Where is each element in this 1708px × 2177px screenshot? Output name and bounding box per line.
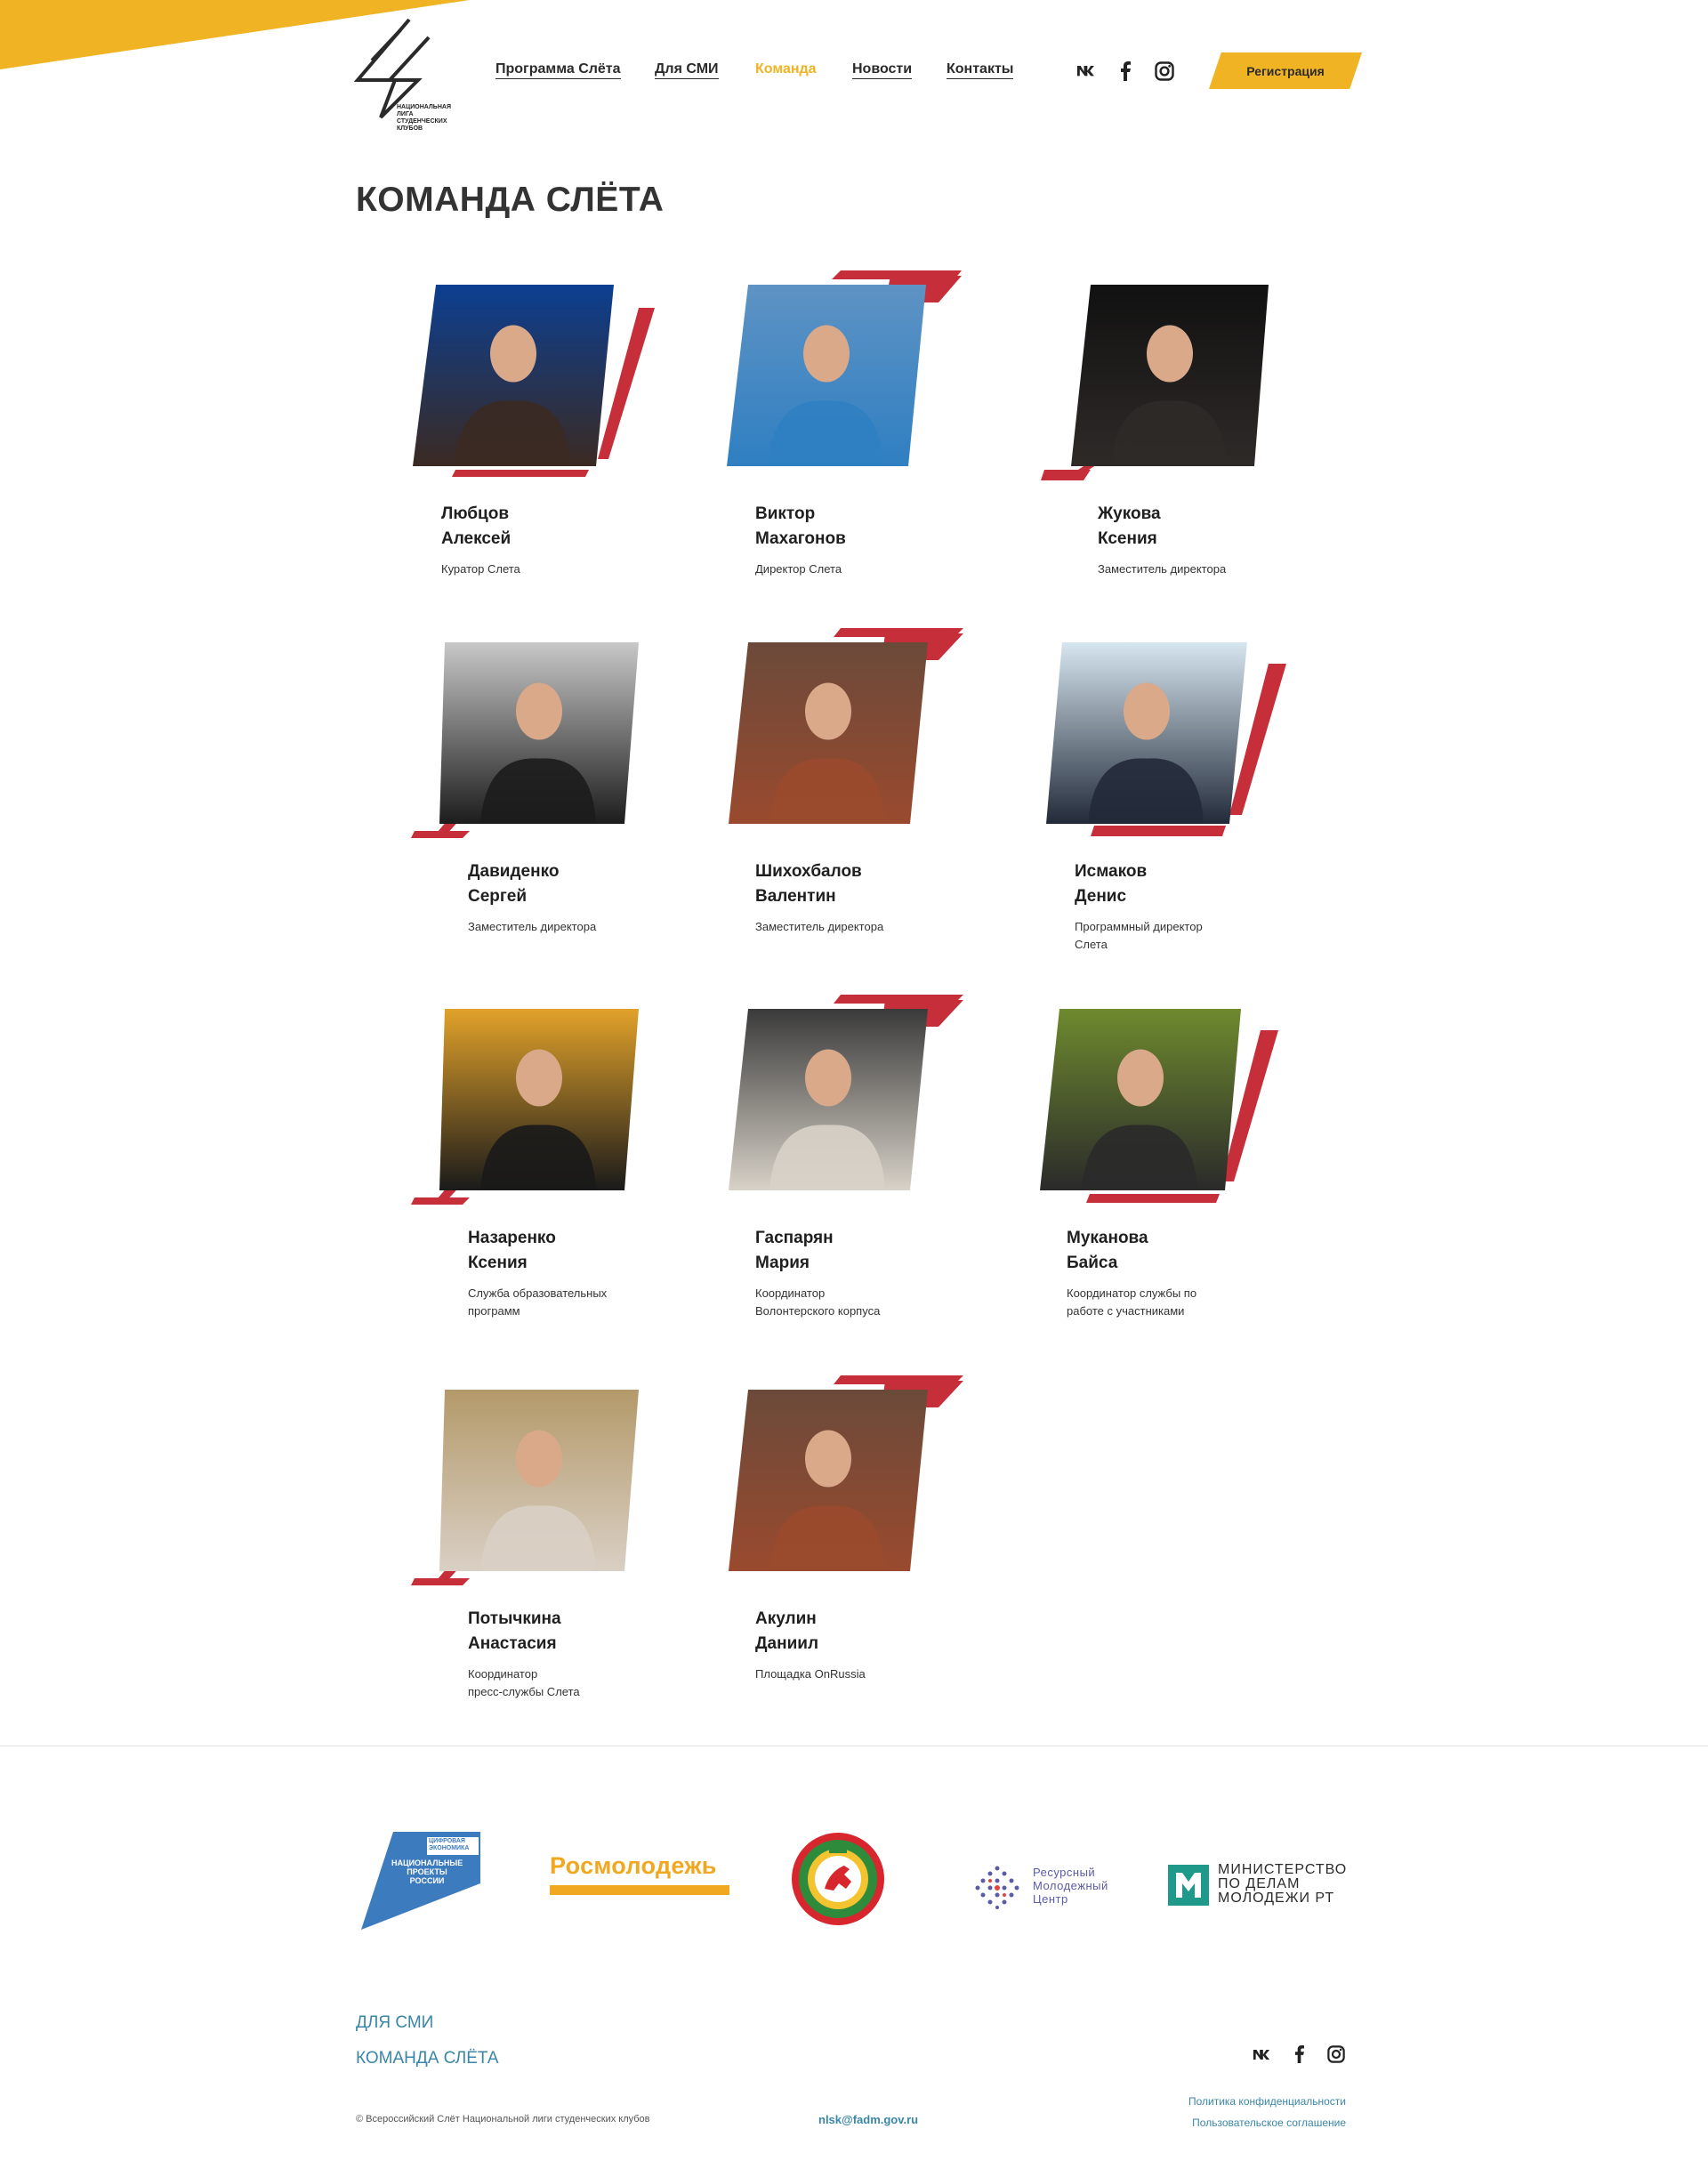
team-member-photo <box>729 995 963 1190</box>
partner-ministry[interactable]: МИНИСТЕРСТВО ПО ДЕЛАМ МОЛОДЕЖИ РТ <box>1168 1863 1355 1907</box>
header-social <box>1076 60 1175 82</box>
photo-deco-stripe <box>1091 826 1226 836</box>
team-member-photo <box>411 642 639 838</box>
agreement-link[interactable]: Пользовательское соглашение <box>1192 2117 1346 2129</box>
rosmol-text: Росмолодежь <box>550 1852 717 1879</box>
portrait-face <box>805 1049 851 1107</box>
ministry-line2: ПО ДЕЛАМ <box>1218 1876 1301 1891</box>
partner-natproj[interactable]: ЦИФРОВАЯ ЭКОНОМИКА НАЦИОНАЛЬНЫЕ ПРОЕКТЫ … <box>356 1828 486 1931</box>
vk-icon[interactable] <box>1251 2044 1272 2065</box>
team-member-role: Площадка OnRussia <box>755 1667 866 1681</box>
logo-text: Национальная лига студенческих клубов <box>397 104 451 132</box>
rmc-line1: Ресурсный <box>1033 1866 1096 1879</box>
team-member-name: Шихохбалов Валентин <box>755 862 862 906</box>
photo-deco-stripe <box>452 470 589 477</box>
nav-media[interactable]: Для СМИ <box>655 61 719 79</box>
ministry-line1: МИНИСТЕРСТВО <box>1218 1862 1348 1877</box>
vk-icon[interactable] <box>1076 60 1097 82</box>
nav-contacts[interactable]: Контакты <box>947 61 1014 79</box>
nav-team[interactable]: Команда <box>755 61 817 79</box>
instagram-icon[interactable] <box>1154 60 1175 82</box>
footer-link-team[interactable]: КОМАНДА СЛЁТА <box>356 2049 499 2068</box>
team-member-photo <box>729 628 963 824</box>
team-member-role: Директор Слета <box>755 562 842 576</box>
rmc-logo-icon <box>975 1866 1019 1909</box>
ministry-line3: МОЛОДЕЖИ РТ <box>1218 1891 1335 1906</box>
nav-news[interactable]: Новости <box>852 61 913 79</box>
team-member-role: Координатор службы по работе с участника… <box>1067 1286 1197 1318</box>
team-member-name: Назаренко Ксения <box>468 1229 556 1272</box>
team-member-photo <box>729 1375 963 1571</box>
partner-tatarstan[interactable] <box>789 1830 887 1928</box>
facebook-icon[interactable] <box>1115 60 1136 82</box>
team-member-photo <box>1046 642 1286 836</box>
team-member-photo <box>1040 1009 1278 1203</box>
team-member-name: Виктор Махагонов <box>755 504 846 548</box>
partner-rmc[interactable]: Ресурсный Молодежный Центр <box>974 1863 1116 1913</box>
register-button[interactable]: Регистрация <box>1209 52 1362 89</box>
team-member-name: Муканова Байса <box>1067 1229 1148 1272</box>
instagram-icon[interactable] <box>1325 2044 1347 2065</box>
team-member-photo <box>411 1390 639 1585</box>
tatarstan-emblem-icon <box>792 1833 884 1925</box>
portrait-face <box>516 1430 562 1488</box>
natproj-line4: ПРОЕКТЫ <box>407 1867 447 1876</box>
team-member-role: Заместитель директора <box>1098 562 1227 576</box>
footer-link-media[interactable]: ДЛЯ СМИ <box>356 2013 433 2033</box>
privacy-link[interactable]: Политика конфиденциальности <box>1188 2095 1346 2108</box>
team-member-name: Потычкина Анастасия <box>468 1609 561 1653</box>
rmc-line3: Центр <box>1033 1892 1068 1906</box>
nav-program[interactable]: Программа Слёта <box>495 61 621 79</box>
natproj-line1: ЦИФРОВАЯ <box>429 1838 465 1844</box>
portrait-face <box>1117 1049 1164 1107</box>
portrait-face <box>516 1049 562 1107</box>
team-member-role: Куратор Слета <box>441 562 520 576</box>
portrait-face <box>1124 682 1170 740</box>
photo-deco-stripe <box>1086 1194 1220 1203</box>
team-member-name: Акулин Даниил <box>755 1609 819 1653</box>
team-member-role: Заместитель директора <box>468 920 597 933</box>
team-member-photo <box>1041 285 1269 480</box>
team-member-photo <box>413 285 655 477</box>
portrait-face <box>803 325 850 383</box>
natproj-line3: НАЦИОНАЛЬНЫЕ <box>391 1859 463 1867</box>
team-member-name: Гаспарян Мария <box>755 1229 834 1272</box>
partner-rosmolodezh[interactable]: Росмолодежь <box>550 1852 733 1902</box>
team-member-name: Любцов Алексей <box>441 504 512 548</box>
rosmol-bar <box>550 1885 729 1895</box>
natproj-line2: ЭКОНОМИКА <box>429 1845 470 1851</box>
copyright: © Всероссийский Слёт Национальной лиги с… <box>356 2114 650 2125</box>
ministry-logo-icon <box>1168 1865 1209 1906</box>
facebook-icon[interactable] <box>1288 2044 1309 2065</box>
portrait-face <box>805 1430 851 1488</box>
rmc-line2: Молодежный <box>1033 1879 1108 1892</box>
page-title: КОМАНДА СЛЁТА <box>356 181 665 219</box>
natproj-line5: РОССИИ <box>409 1876 445 1885</box>
footer-social <box>1251 2044 1347 2065</box>
register-label: Регистрация <box>1246 63 1325 78</box>
team-member-photo <box>727 270 962 466</box>
team-member-name: Жукова Ксения <box>1098 504 1161 548</box>
portrait-face <box>1147 325 1193 383</box>
portrait-face <box>516 682 562 740</box>
team-member-photo <box>411 1009 639 1205</box>
team-member-role: Программный директор Слета <box>1075 920 1203 951</box>
team-member-role: Служба образовательных программ <box>468 1286 608 1318</box>
portrait-face <box>490 325 536 383</box>
team-member-name: Давиденко Сергей <box>468 862 560 906</box>
team-member-role: Координатор пресс-службы Слета <box>468 1667 580 1698</box>
team-member-role: Заместитель директора <box>755 920 884 933</box>
footer-email[interactable]: nlsk@fadm.gov.ru <box>818 2113 918 2126</box>
team-member-name: Исмаков Денис <box>1075 862 1148 906</box>
team-member-role: Координатор Волонтерского корпуса <box>755 1286 881 1318</box>
portrait-face <box>805 682 851 740</box>
